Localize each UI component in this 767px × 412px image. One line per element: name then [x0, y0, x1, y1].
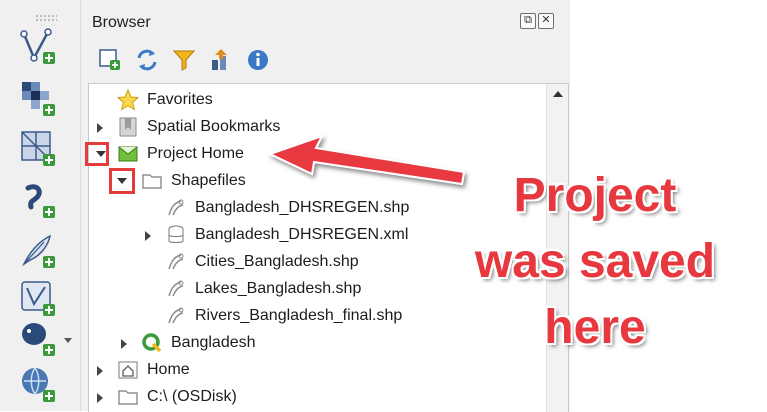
tree-item-drive[interactable]: C:\ (OSDisk) — [117, 384, 237, 410]
tree-item-label: Shapefiles — [171, 172, 246, 189]
project-home-icon — [117, 143, 139, 165]
delimited-text-layer-icon[interactable] — [16, 180, 60, 220]
highlight-box — [109, 168, 135, 194]
chevron-up-icon — [552, 91, 563, 97]
tree-item-spatial-bookmarks[interactable]: Spatial Bookmarks — [117, 114, 280, 140]
highlight-box — [85, 142, 109, 166]
left-toolbar — [0, 0, 81, 411]
postgis-layer-icon[interactable] — [16, 318, 60, 358]
tree-item-label: Project Home — [147, 145, 244, 162]
refresh-icon[interactable] — [135, 48, 159, 72]
tree-item-project-home[interactable]: Project Home — [117, 141, 244, 167]
annotation-text-line1: Project — [513, 169, 677, 222]
polygon-layer-icon — [165, 278, 187, 300]
tree-item-home[interactable]: Home — [117, 357, 190, 383]
tree-item-label: Rivers_Bangladesh_final.shp — [195, 307, 403, 324]
new-vector-layer-icon[interactable] — [16, 26, 60, 66]
mesh-layer-icon[interactable] — [16, 128, 60, 168]
panel-title: Browser — [92, 14, 151, 31]
polygon-layer-icon — [165, 197, 187, 219]
annotation-text-line3: here — [544, 301, 646, 354]
gps-layer-icon[interactable] — [16, 230, 60, 270]
tree-item-label: Bangladesh_DHSREGEN.xml — [195, 226, 409, 243]
add-selected-layers-icon[interactable] — [98, 48, 122, 72]
tree-item-label: Favorites — [147, 91, 213, 108]
collapse-all-icon[interactable] — [209, 48, 233, 72]
star-icon — [117, 89, 139, 111]
tree-item-favorites[interactable]: Favorites — [117, 87, 213, 113]
scroll-up-button[interactable] — [547, 84, 568, 104]
dropdown-arrow-icon[interactable] — [64, 338, 72, 343]
polygon-layer-icon — [165, 251, 187, 273]
tree-item-shapefiles[interactable]: Shapefiles — [141, 168, 246, 194]
close-panel-button[interactable]: ✕ — [538, 13, 554, 29]
tree-item-layer[interactable]: Rivers_Bangladesh_final.shp — [165, 303, 402, 329]
filter-icon[interactable] — [172, 48, 196, 72]
drive-icon — [117, 386, 139, 408]
tree-item-label: Cities_Bangladesh.shp — [195, 253, 359, 270]
qgis-project-icon — [141, 332, 163, 354]
tree-item-label: Home — [147, 361, 190, 378]
tree-item-label: C:\ (OSDisk) — [147, 388, 237, 405]
expand-arrow-icon[interactable] — [97, 393, 103, 403]
expand-arrow-icon[interactable] — [97, 123, 103, 133]
polygon-layer-icon — [165, 305, 187, 327]
raster-layer-icon[interactable] — [16, 78, 60, 118]
tree-item-layer[interactable]: Lakes_Bangladesh.shp — [165, 276, 361, 302]
virtual-layer-icon[interactable] — [16, 278, 60, 318]
home-folder-icon — [117, 359, 139, 381]
expand-arrow-icon[interactable] — [121, 339, 127, 349]
info-icon[interactable] — [246, 48, 270, 72]
wms-layer-icon[interactable] — [16, 364, 60, 404]
float-panel-button[interactable]: ⧉ — [520, 13, 536, 29]
tree-item-label: Bangladesh — [171, 334, 256, 351]
tree-item-project-file[interactable]: Bangladesh — [141, 330, 256, 356]
expand-arrow-icon[interactable] — [145, 231, 151, 241]
tree-item-label: Spatial Bookmarks — [147, 118, 281, 135]
bookmark-icon — [117, 116, 139, 138]
tree-item-label: Lakes_Bangladesh.shp — [195, 280, 362, 297]
database-icon — [165, 224, 187, 246]
expand-arrow-icon[interactable] — [97, 366, 103, 376]
toolbar-grip[interactable] — [35, 14, 57, 22]
tree-item-database[interactable]: Bangladesh_DHSREGEN.xml — [165, 222, 408, 248]
folder-icon — [141, 170, 163, 192]
tree-item-layer[interactable]: Cities_Bangladesh.shp — [165, 249, 359, 275]
annotation-text-line2: was saved — [474, 235, 716, 288]
